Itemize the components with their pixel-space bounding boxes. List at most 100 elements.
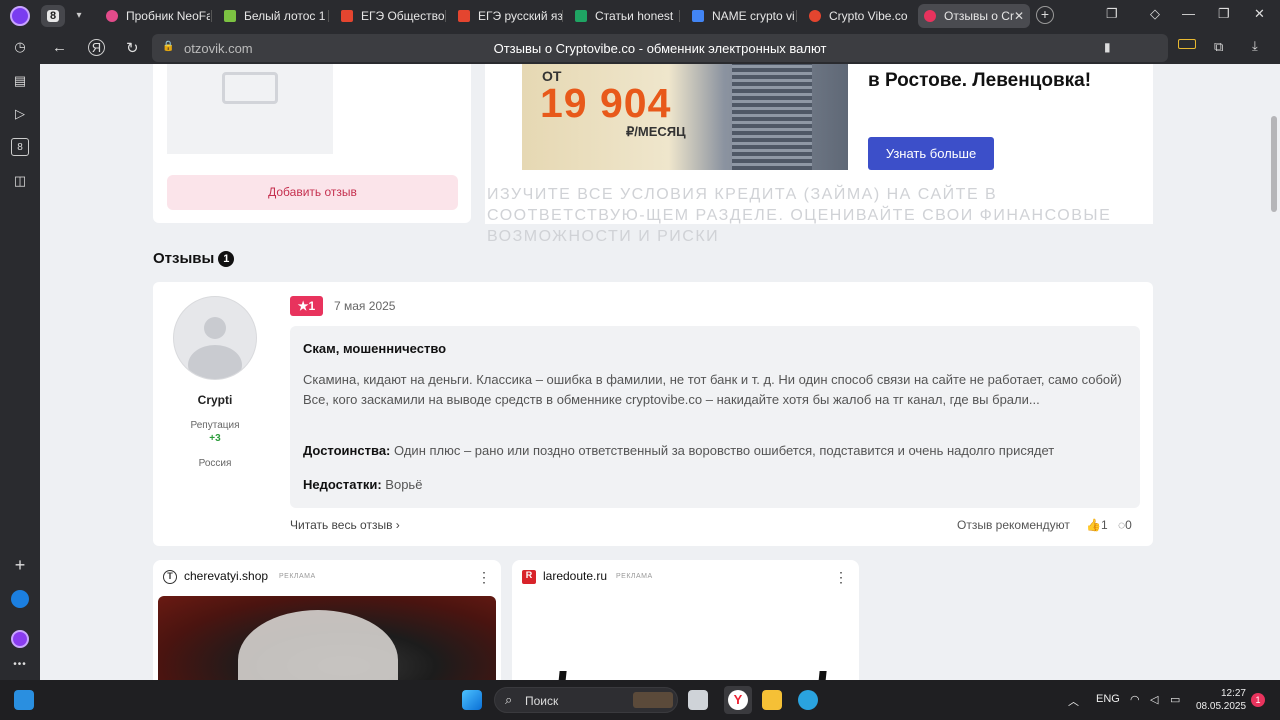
tab-favicon-icon bbox=[924, 10, 936, 22]
widgets-icon[interactable] bbox=[14, 690, 34, 710]
tab-crypto-vibe[interactable]: Crypto Vibe.co bbox=[803, 4, 913, 28]
add-panel-icon[interactable]: + bbox=[11, 556, 29, 574]
comment-count: 0 bbox=[1125, 518, 1132, 532]
yandex-disk-icon[interactable] bbox=[11, 590, 29, 608]
review-body: Скам, мошенничество Скамина, кидают на д… bbox=[290, 326, 1140, 508]
like-count: 1 bbox=[1100, 518, 1108, 532]
tab-articles-honest[interactable]: Статьи honest bbox=[569, 4, 679, 28]
tab-ege-russian[interactable]: ЕГЭ русский яз bbox=[452, 4, 562, 28]
browser-sidebar: ◷ ▤ ▷ 8 ◫ + ••• bbox=[0, 32, 40, 680]
yandex-browser-taskbar-icon[interactable]: Y bbox=[724, 686, 752, 714]
tab-neofa[interactable]: Пробник NeoFa bbox=[100, 4, 210, 28]
file-explorer-icon[interactable] bbox=[762, 690, 782, 710]
taskbar-search[interactable]: ⌕ Поиск bbox=[494, 687, 678, 713]
address-bar: ← Я ↻ 🔒 otzovik.com Отзывы о Cryptovibe.… bbox=[40, 32, 1280, 64]
like-button[interactable]: 👍1 bbox=[1086, 518, 1108, 532]
bookmark-icon[interactable]: ▮ bbox=[1104, 40, 1111, 54]
battery-saver-icon[interactable] bbox=[1178, 39, 1196, 49]
page-title: Отзывы о Cryptovibe.co - обменник электр… bbox=[493, 41, 827, 56]
tab-favicon-icon bbox=[458, 10, 470, 22]
ad-card[interactable]: R laredoute.ru РЕКЛАМА ⋮ bbox=[512, 560, 859, 680]
tab-otzovik-active[interactable]: Отзывы о Cr ✕ bbox=[918, 4, 1030, 28]
ad-label: РЕКЛАМА bbox=[616, 573, 653, 580]
tab-title: Crypto Vibe.co bbox=[829, 9, 908, 23]
close-window-icon[interactable]: ✕ bbox=[1254, 6, 1265, 22]
avatar[interactable] bbox=[173, 296, 257, 380]
windows-start-icon[interactable] bbox=[462, 690, 482, 710]
thumbs-up-icon: 👍 bbox=[1086, 518, 1101, 532]
reload-icon[interactable]: ↻ bbox=[126, 39, 139, 57]
maximize-icon[interactable]: ❐ bbox=[1218, 6, 1230, 22]
tab-favicon-icon bbox=[692, 10, 704, 22]
browser-logo-icon[interactable] bbox=[10, 6, 30, 26]
history-icon[interactable]: ◷ bbox=[11, 38, 29, 56]
alice-icon[interactable] bbox=[11, 630, 29, 648]
ad-price-suffix: ₽/МЕСЯЦ bbox=[626, 124, 686, 139]
task-view-icon[interactable] bbox=[688, 690, 708, 710]
tab-ege-social[interactable]: ЕГЭ Общество bbox=[335, 4, 445, 28]
read-full-review-link[interactable]: Читать весь отзыв › bbox=[290, 518, 400, 532]
reviews-count-badge: 1 bbox=[218, 251, 235, 267]
new-tab-icon[interactable]: + bbox=[1036, 6, 1054, 24]
recommend-label: Отзыв рекомендуют bbox=[957, 518, 1070, 532]
reputation-value: +3 bbox=[209, 433, 221, 444]
download-icon[interactable]: ⤓ bbox=[1252, 38, 1258, 54]
ad-card-domain[interactable]: cherevatyi.shop bbox=[184, 569, 268, 583]
play-icon[interactable]: ▷ bbox=[11, 105, 29, 123]
ad-price: 19 904 bbox=[540, 80, 672, 126]
wifi-icon[interactable]: ◠ bbox=[1130, 693, 1140, 706]
chevron-down-icon[interactable]: ▾ bbox=[70, 7, 88, 25]
ad-label: РЕКЛАМА bbox=[279, 573, 316, 580]
star-icon: ★ bbox=[297, 299, 309, 313]
review-title[interactable]: Скам, мошенничество bbox=[303, 341, 446, 356]
ad-headline: в Ростове. Левенцовка! bbox=[868, 70, 1092, 91]
reviewer-name[interactable]: Crypti bbox=[153, 393, 277, 407]
collections-icon[interactable]: ▤ bbox=[11, 72, 29, 90]
page-scrollbar[interactable] bbox=[1268, 64, 1280, 680]
more-options-icon[interactable]: ⋮ bbox=[834, 569, 848, 586]
back-icon[interactable]: ← bbox=[52, 39, 67, 56]
url-field[interactable]: 🔒 otzovik.com Отзывы о Cryptovibe.co - о… bbox=[152, 34, 1168, 62]
ad-banner[interactable]: ОТ 19 904 ₽/МЕСЯЦ в Ростове. Левенцовка!… bbox=[485, 64, 1153, 245]
notification-badge[interactable]: 1 bbox=[1251, 693, 1265, 707]
comments-button[interactable]: ◌0 bbox=[1118, 518, 1132, 532]
pin-icon[interactable]: ◇ bbox=[1150, 6, 1160, 22]
clock-date: 08.05.2025 bbox=[1196, 701, 1247, 712]
tab-favicon-icon bbox=[341, 10, 353, 22]
ad-card[interactable]: T cherevatyi.shop РЕКЛАМА ⋮ bbox=[153, 560, 501, 680]
tab-collections-icon[interactable]: ❐ bbox=[1106, 6, 1118, 22]
ad-image: ОТ 19 904 ₽/МЕСЯЦ bbox=[522, 64, 848, 170]
ad-card-image bbox=[517, 596, 854, 680]
tab-title: ЕГЭ русский яз bbox=[478, 9, 562, 23]
laredoute-logo-icon: R bbox=[522, 570, 536, 584]
more-options-icon[interactable]: ⋮ bbox=[477, 569, 491, 586]
extensions-icon[interactable]: ⧉ bbox=[1214, 39, 1223, 55]
scrollbar-thumb[interactable] bbox=[1271, 116, 1277, 212]
search-icon: ⌕ bbox=[505, 692, 513, 707]
tab-white-lotus[interactable]: Белый лотос 1 bbox=[218, 4, 328, 28]
battery-icon[interactable]: ▭ bbox=[1170, 693, 1180, 706]
add-review-button[interactable]: Добавить отзыв bbox=[167, 175, 458, 210]
telegram-icon[interactable] bbox=[798, 690, 818, 710]
screenshot-icon[interactable]: ◫ bbox=[11, 172, 29, 190]
tab-name-crypto[interactable]: NAME crypto vi bbox=[686, 4, 796, 28]
tab-favicon-icon bbox=[575, 10, 587, 22]
ad-card-domain[interactable]: laredoute.ru bbox=[543, 569, 607, 583]
rating-value: 1 bbox=[308, 299, 316, 313]
clock[interactable]: 12:27 08.05.2025 bbox=[1196, 687, 1246, 713]
ad-learn-more-button[interactable]: Узнать больше bbox=[868, 137, 994, 170]
volume-icon[interactable]: ◁ bbox=[1150, 693, 1158, 706]
yandex-icon[interactable]: Я bbox=[88, 39, 105, 56]
counter-icon[interactable]: 8 bbox=[11, 138, 29, 156]
tab-favicon-icon bbox=[809, 10, 821, 22]
language-indicator[interactable]: ENG bbox=[1096, 693, 1120, 705]
tab-count-button[interactable]: 8 bbox=[41, 5, 65, 27]
tab-title: ЕГЭ Общество bbox=[361, 9, 445, 23]
review-card: Crypti Репутация +3 Россия ★1 7 мая 2025… bbox=[153, 282, 1153, 546]
chevron-up-icon[interactable]: ︿ bbox=[1068, 693, 1079, 709]
more-icon[interactable]: ••• bbox=[11, 656, 29, 674]
cons-label: Недостатки: bbox=[303, 477, 382, 492]
minimize-icon[interactable]: — bbox=[1182, 6, 1195, 21]
close-tab-icon[interactable]: ✕ bbox=[1014, 9, 1024, 23]
cons-text: Ворьё bbox=[385, 477, 423, 492]
